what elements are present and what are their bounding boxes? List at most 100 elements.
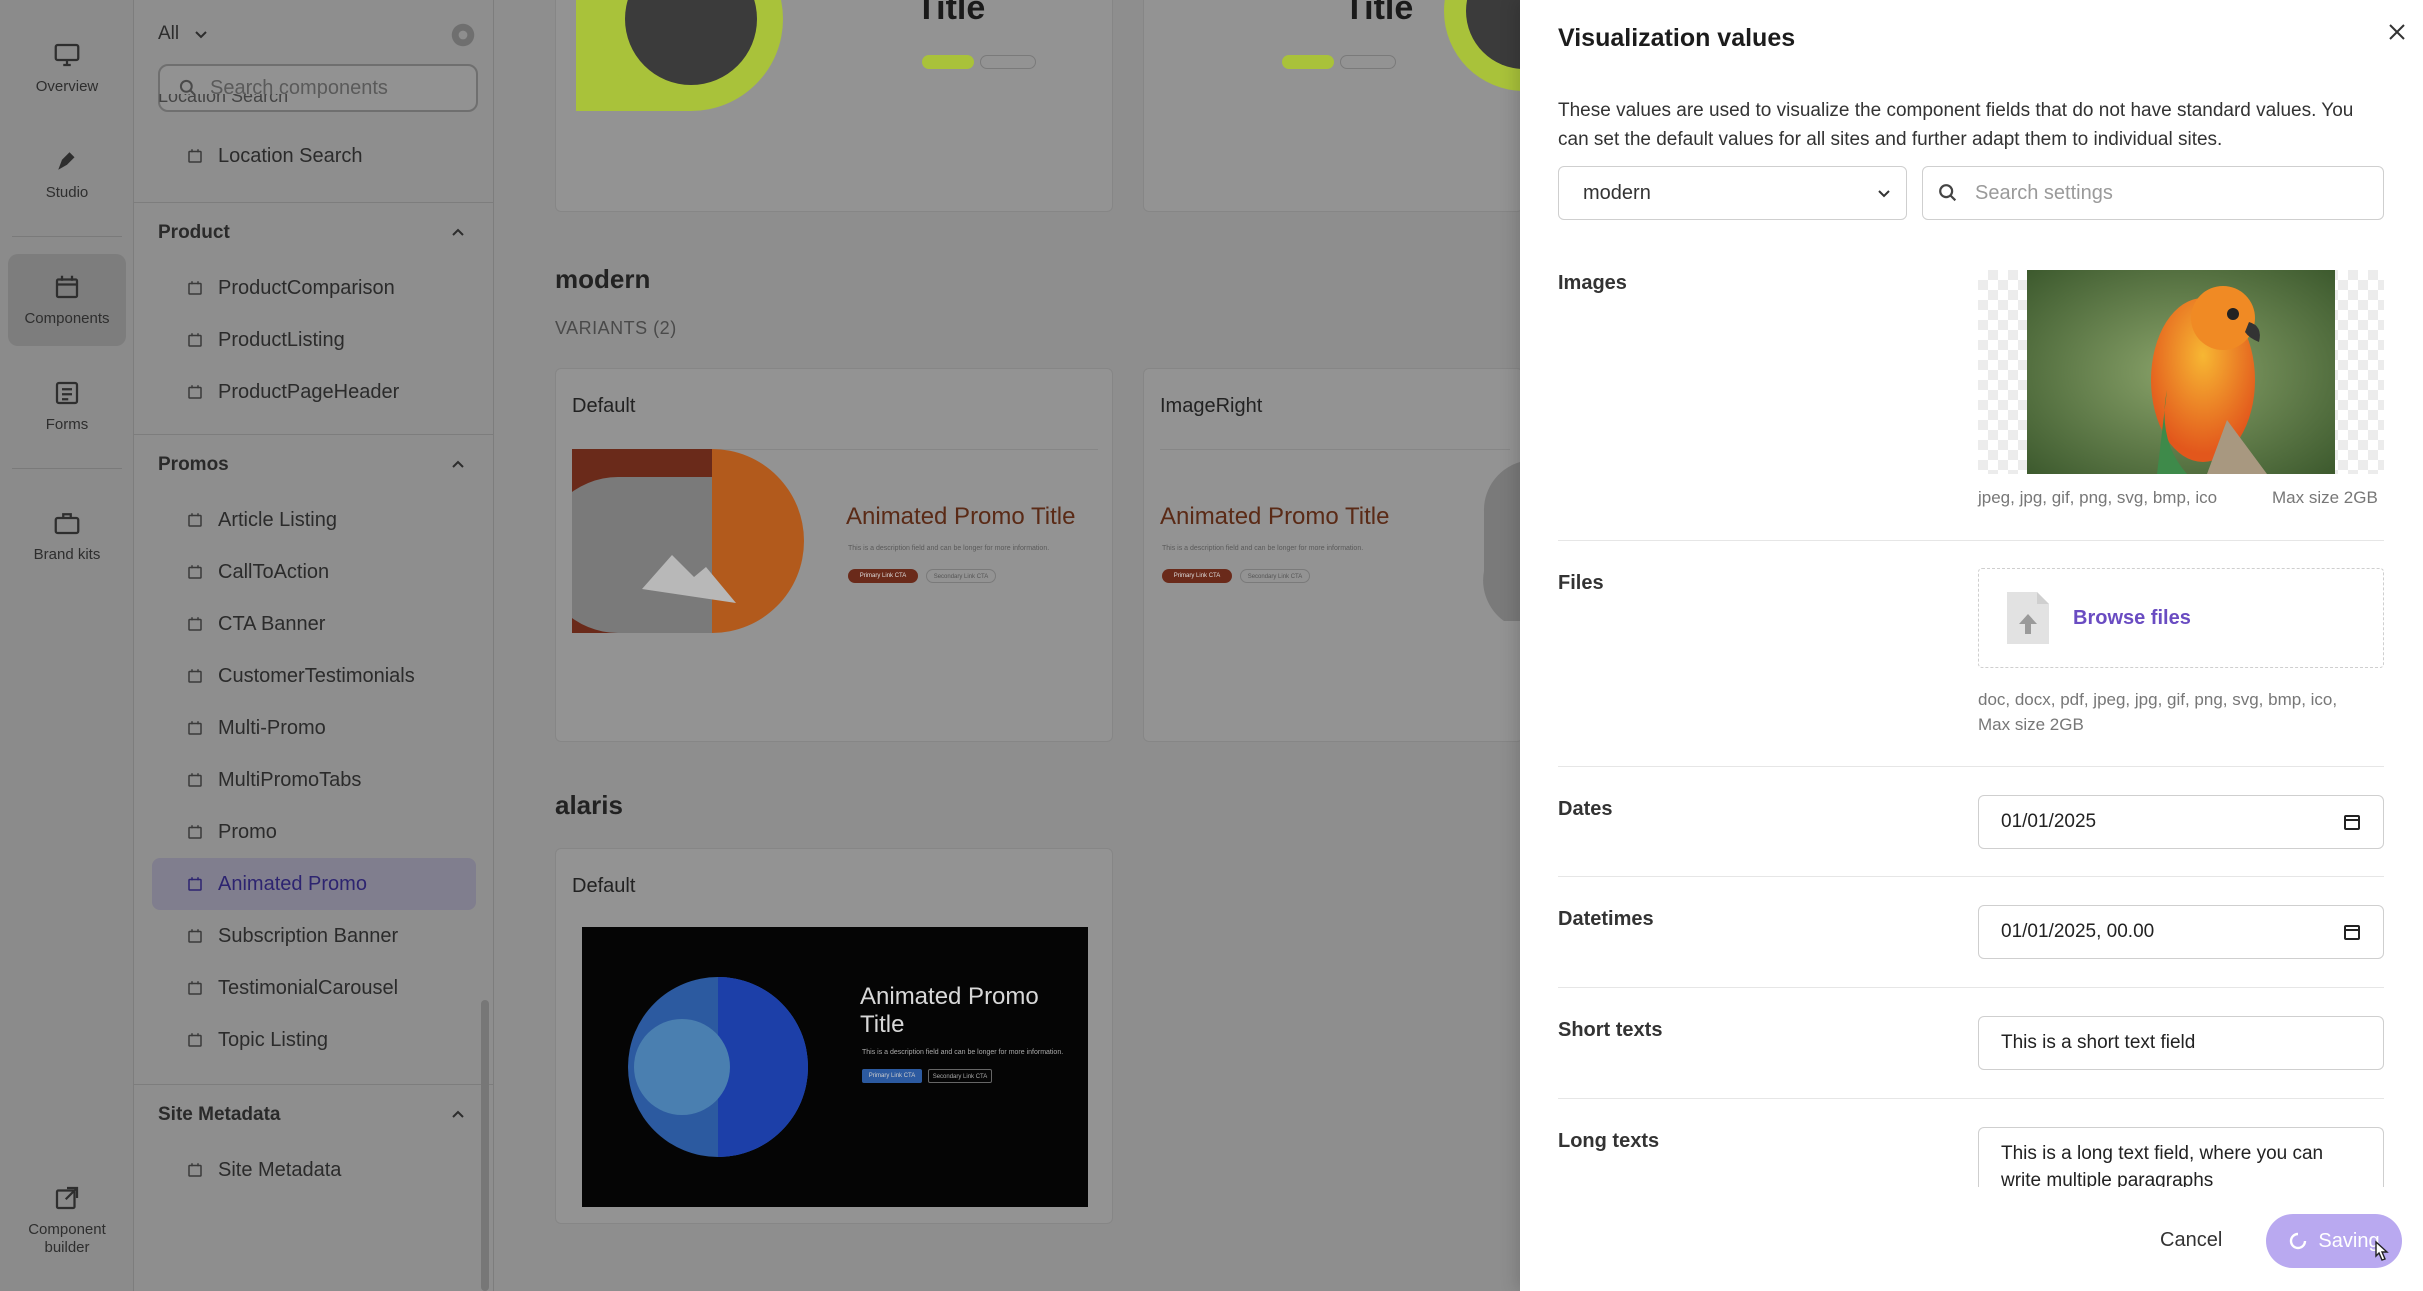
drawer-title: Visualization values bbox=[1558, 24, 1796, 52]
list-item-label: CTA Banner bbox=[218, 612, 326, 635]
rail-label: Components bbox=[24, 310, 110, 327]
browse-files-link[interactable]: Browse files bbox=[2073, 607, 2191, 630]
external-link-icon bbox=[55, 1186, 79, 1210]
close-button[interactable] bbox=[2381, 16, 2413, 48]
list-item-label: Multi-Promo bbox=[218, 716, 326, 739]
cancel-button[interactable]: Cancel bbox=[2160, 1229, 2222, 1252]
promo-image-placeholder bbox=[572, 449, 804, 633]
list-item-label: TestimonialCarousel bbox=[218, 976, 399, 999]
list-item[interactable]: Multi-Promo bbox=[152, 702, 476, 754]
variant-card[interactable]: Title bbox=[555, 0, 1113, 212]
list-item-label: Animated Promo bbox=[218, 872, 367, 895]
list-item[interactable]: TestimonialCarousel bbox=[152, 962, 476, 1014]
date-input[interactable]: 01/01/2025 bbox=[1978, 795, 2384, 849]
site-select[interactable]: modern bbox=[1558, 166, 1907, 220]
list-item[interactable]: CTA Banner bbox=[152, 598, 476, 650]
list-item[interactable]: Subscription Banner bbox=[152, 910, 476, 962]
group-header-site-metadata[interactable]: Site Metadata bbox=[134, 1084, 493, 1144]
image-preview[interactable] bbox=[1978, 270, 2384, 474]
date-value: 01/01/2025 bbox=[2001, 811, 2097, 832]
rail-item-brand-kits[interactable]: Brand kits bbox=[8, 490, 126, 582]
variant-card-default[interactable]: Default Animated Promo Title This is a d… bbox=[555, 368, 1113, 742]
list-item[interactable]: Topic Listing bbox=[152, 1014, 476, 1066]
rail-item-components[interactable]: Components bbox=[8, 254, 126, 346]
long-text-input[interactable]: This is a long text field, where you can… bbox=[1978, 1127, 2384, 1187]
datetime-input[interactable]: 01/01/2025, 00.00 bbox=[1978, 905, 2384, 959]
list-item[interactable]: MultiPromoTabs bbox=[152, 754, 476, 806]
group-header-product[interactable]: Product bbox=[134, 202, 493, 262]
calendar-icon[interactable] bbox=[2343, 813, 2361, 831]
calendar-icon bbox=[188, 669, 202, 683]
component-sidebar: All Search components Location Search Lo… bbox=[134, 0, 494, 1291]
list-item[interactable]: Promo bbox=[152, 806, 476, 858]
promo-image-placeholder bbox=[1483, 462, 1520, 621]
short-texts-label: Short texts bbox=[1558, 1019, 1663, 1041]
variant-card[interactable]: Title bbox=[1143, 0, 1520, 212]
list-item[interactable]: CallToAction bbox=[152, 546, 476, 598]
promo-title: Animated Promo Title bbox=[1160, 503, 1390, 530]
drawer-description: These values are used to visualize the c… bbox=[1558, 100, 2354, 150]
filter-value: All bbox=[158, 23, 180, 44]
parrot-image bbox=[2027, 270, 2335, 474]
variant-card-imageright[interactable]: ImageRight Animated Promo Title This is … bbox=[1143, 368, 1520, 742]
rail-item-component-builder[interactable]: Component builder bbox=[8, 1170, 126, 1270]
list-item[interactable]: CustomerTestimonials bbox=[152, 650, 476, 702]
short-text-input[interactable]: This is a short text field bbox=[1978, 1016, 2384, 1070]
list-item[interactable]: Site Metadata bbox=[152, 1144, 476, 1196]
secondary-cta-pill: Secondary Link CTA bbox=[926, 569, 996, 583]
group-header-promos[interactable]: Promos bbox=[134, 434, 493, 494]
file-upload-dropzone[interactable]: Browse files bbox=[1978, 568, 2384, 668]
variants-count: VARIANTS (2) bbox=[555, 318, 677, 338]
rail-item-forms[interactable]: Forms bbox=[8, 360, 126, 452]
promo-thumbnail bbox=[582, 927, 1088, 1207]
filter-dropdown[interactable]: All bbox=[158, 18, 478, 50]
component-list: Location Search Location Search Product … bbox=[134, 94, 493, 1196]
settings-search-input[interactable]: Search settings bbox=[1922, 166, 2384, 220]
files-label: Files bbox=[1558, 572, 1604, 594]
variant-card-default[interactable]: Default Animated Promo Title This is a d… bbox=[555, 848, 1113, 1224]
rail-item-overview[interactable]: Overview bbox=[8, 22, 126, 114]
file-max-size: Max size 2GB bbox=[1978, 715, 2084, 734]
list-item[interactable]: ProductComparison bbox=[152, 262, 476, 314]
calendar-icon bbox=[188, 1163, 202, 1177]
promo-description: This is a description field and can be l… bbox=[862, 1049, 1064, 1056]
calendar-icon bbox=[188, 617, 202, 631]
calendar-icon[interactable] bbox=[2343, 923, 2361, 941]
component-gallery: Title Title modern VARIANTS (2) Default … bbox=[495, 0, 1520, 1291]
list-item[interactable]: ProductPageHeader bbox=[152, 366, 476, 418]
promo-title-fragment: Title bbox=[916, 0, 986, 27]
promo-title-line1: Animated Promo bbox=[860, 983, 1039, 1010]
promo-thumbnail bbox=[1444, 0, 1520, 91]
gear-icon[interactable] bbox=[448, 20, 478, 50]
list-item[interactable]: ProductListing bbox=[152, 314, 476, 366]
list-item[interactable]: Location Search bbox=[152, 130, 476, 182]
list-item-label: Article Listing bbox=[218, 508, 337, 531]
primary-cta-pill: Primary Link CTA bbox=[848, 569, 918, 583]
primary-cta-pill: Primary Link CTA bbox=[1162, 569, 1232, 583]
list-item[interactable]: Article Listing bbox=[152, 494, 476, 546]
rail-item-studio[interactable]: Studio bbox=[8, 128, 126, 220]
image-formats: jpeg, jpg, gif, png, svg, bmp, ico bbox=[1978, 488, 2218, 507]
card-title: Default bbox=[572, 395, 636, 417]
calendar-icon bbox=[188, 773, 202, 787]
spinner-icon bbox=[2290, 1232, 2307, 1250]
visualization-values-drawer: Visualization values These values are us… bbox=[1520, 0, 2423, 1291]
list-item-active[interactable]: Animated Promo bbox=[152, 858, 476, 910]
card-title: ImageRight bbox=[1160, 395, 1263, 417]
calendar-icon bbox=[188, 981, 202, 995]
list-icon bbox=[55, 381, 79, 405]
group-title: Product bbox=[158, 221, 230, 243]
divider bbox=[1558, 766, 2384, 767]
images-label: Images bbox=[1558, 272, 1627, 294]
sidebar-scrollbar[interactable] bbox=[481, 1000, 489, 1291]
file-upload-icon bbox=[2007, 592, 2049, 644]
rail-divider bbox=[12, 236, 122, 237]
search-placeholder: Search settings bbox=[1975, 181, 2113, 204]
rail-label: Studio bbox=[45, 184, 89, 201]
promo-description: This is a description field and can be l… bbox=[848, 545, 1050, 552]
pen-icon bbox=[58, 152, 75, 170]
calendar-icon bbox=[188, 721, 202, 735]
divider bbox=[1558, 1098, 2384, 1099]
dates-label: Dates bbox=[1558, 798, 1613, 820]
group-title: Site Metadata bbox=[158, 1103, 281, 1125]
